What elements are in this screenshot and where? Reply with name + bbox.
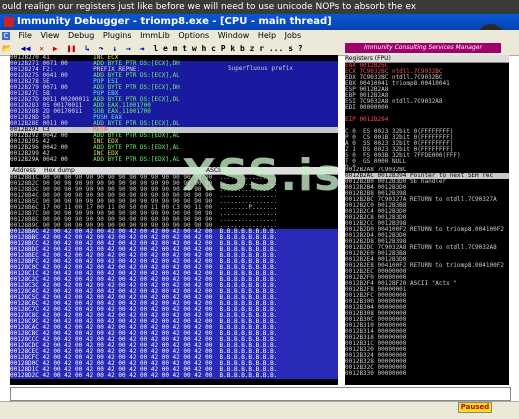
menu-plugins[interactable]: Plugins: [103, 31, 132, 40]
step-into-icon[interactable]: ↳: [85, 44, 90, 53]
window-titlebar: Immunity Debugger - triomp8.exe - [CPU -…: [0, 14, 519, 30]
command-bar[interactable]: [10, 387, 511, 401]
c-icon[interactable]: C: [2, 32, 10, 40]
watermark: XSS.is: [182, 150, 342, 201]
status-bar: [0, 401, 519, 419]
menu-immlib[interactable]: ImmLib: [140, 31, 170, 40]
step-over-icon[interactable]: ↷: [99, 44, 104, 53]
trace-over-icon[interactable]: →: [126, 44, 131, 53]
app-icon: [4, 17, 14, 27]
overlay-text: ould realign our registers just like bef…: [0, 0, 519, 14]
run-icon[interactable]: ▶: [53, 44, 58, 53]
cpu-address: 0012B29A 0042 00: [10, 156, 94, 163]
menu-options[interactable]: Options: [178, 31, 209, 40]
window-title: Immunity Debugger - triomp8.exe - [CPU -…: [17, 16, 332, 27]
stack-row[interactable]: 0012B330 00000000: [345, 371, 509, 377]
menu-window[interactable]: Window: [218, 31, 250, 40]
menu-view[interactable]: View: [40, 31, 59, 40]
pause-icon[interactable]: ❚❚: [67, 44, 77, 53]
stack-pane[interactable]: 0012B2A8 7C9032BC 0012B2AC 0012B394 Poin…: [345, 167, 509, 385]
menu-file[interactable]: File: [19, 31, 32, 40]
address-header: Address: [12, 167, 36, 174]
status-paused: Paused: [458, 402, 492, 413]
open-icon[interactable]: 📂: [2, 44, 12, 53]
menubar: C File View Debug Plugins ImmLib Options…: [0, 30, 519, 42]
hexdump-header: Hex dump: [44, 167, 75, 174]
hex-row[interactable]: 00128D2C 42 00 42 00 42 00 42 00 42 00 4…: [10, 373, 338, 379]
consulting-banner[interactable]: Immunity Consulting Services Manager: [345, 43, 501, 53]
menu-jobs[interactable]: Jobs: [285, 31, 302, 40]
toolbar-letters[interactable]: l e m t w h c P k b z r ... s ?: [153, 44, 302, 53]
execute-till-return-icon[interactable]: ⇥: [140, 44, 145, 53]
menu-help[interactable]: Help: [258, 31, 276, 40]
superfluous-prefix-note: Superfluous prefix: [228, 65, 294, 72]
close-icon[interactable]: ✕: [39, 44, 44, 53]
rewind-icon[interactable]: ◀◀: [21, 44, 31, 53]
registers-pane[interactable]: Registers (FPU) EAX 0012B26C ECX 7C9032BC…: [345, 55, 509, 167]
cpu-instruction: ADD BYTE PTR DS:[EDX],AL: [93, 156, 180, 163]
menu-debug[interactable]: Debug: [68, 31, 94, 40]
trace-into-icon[interactable]: ↓: [112, 44, 117, 53]
